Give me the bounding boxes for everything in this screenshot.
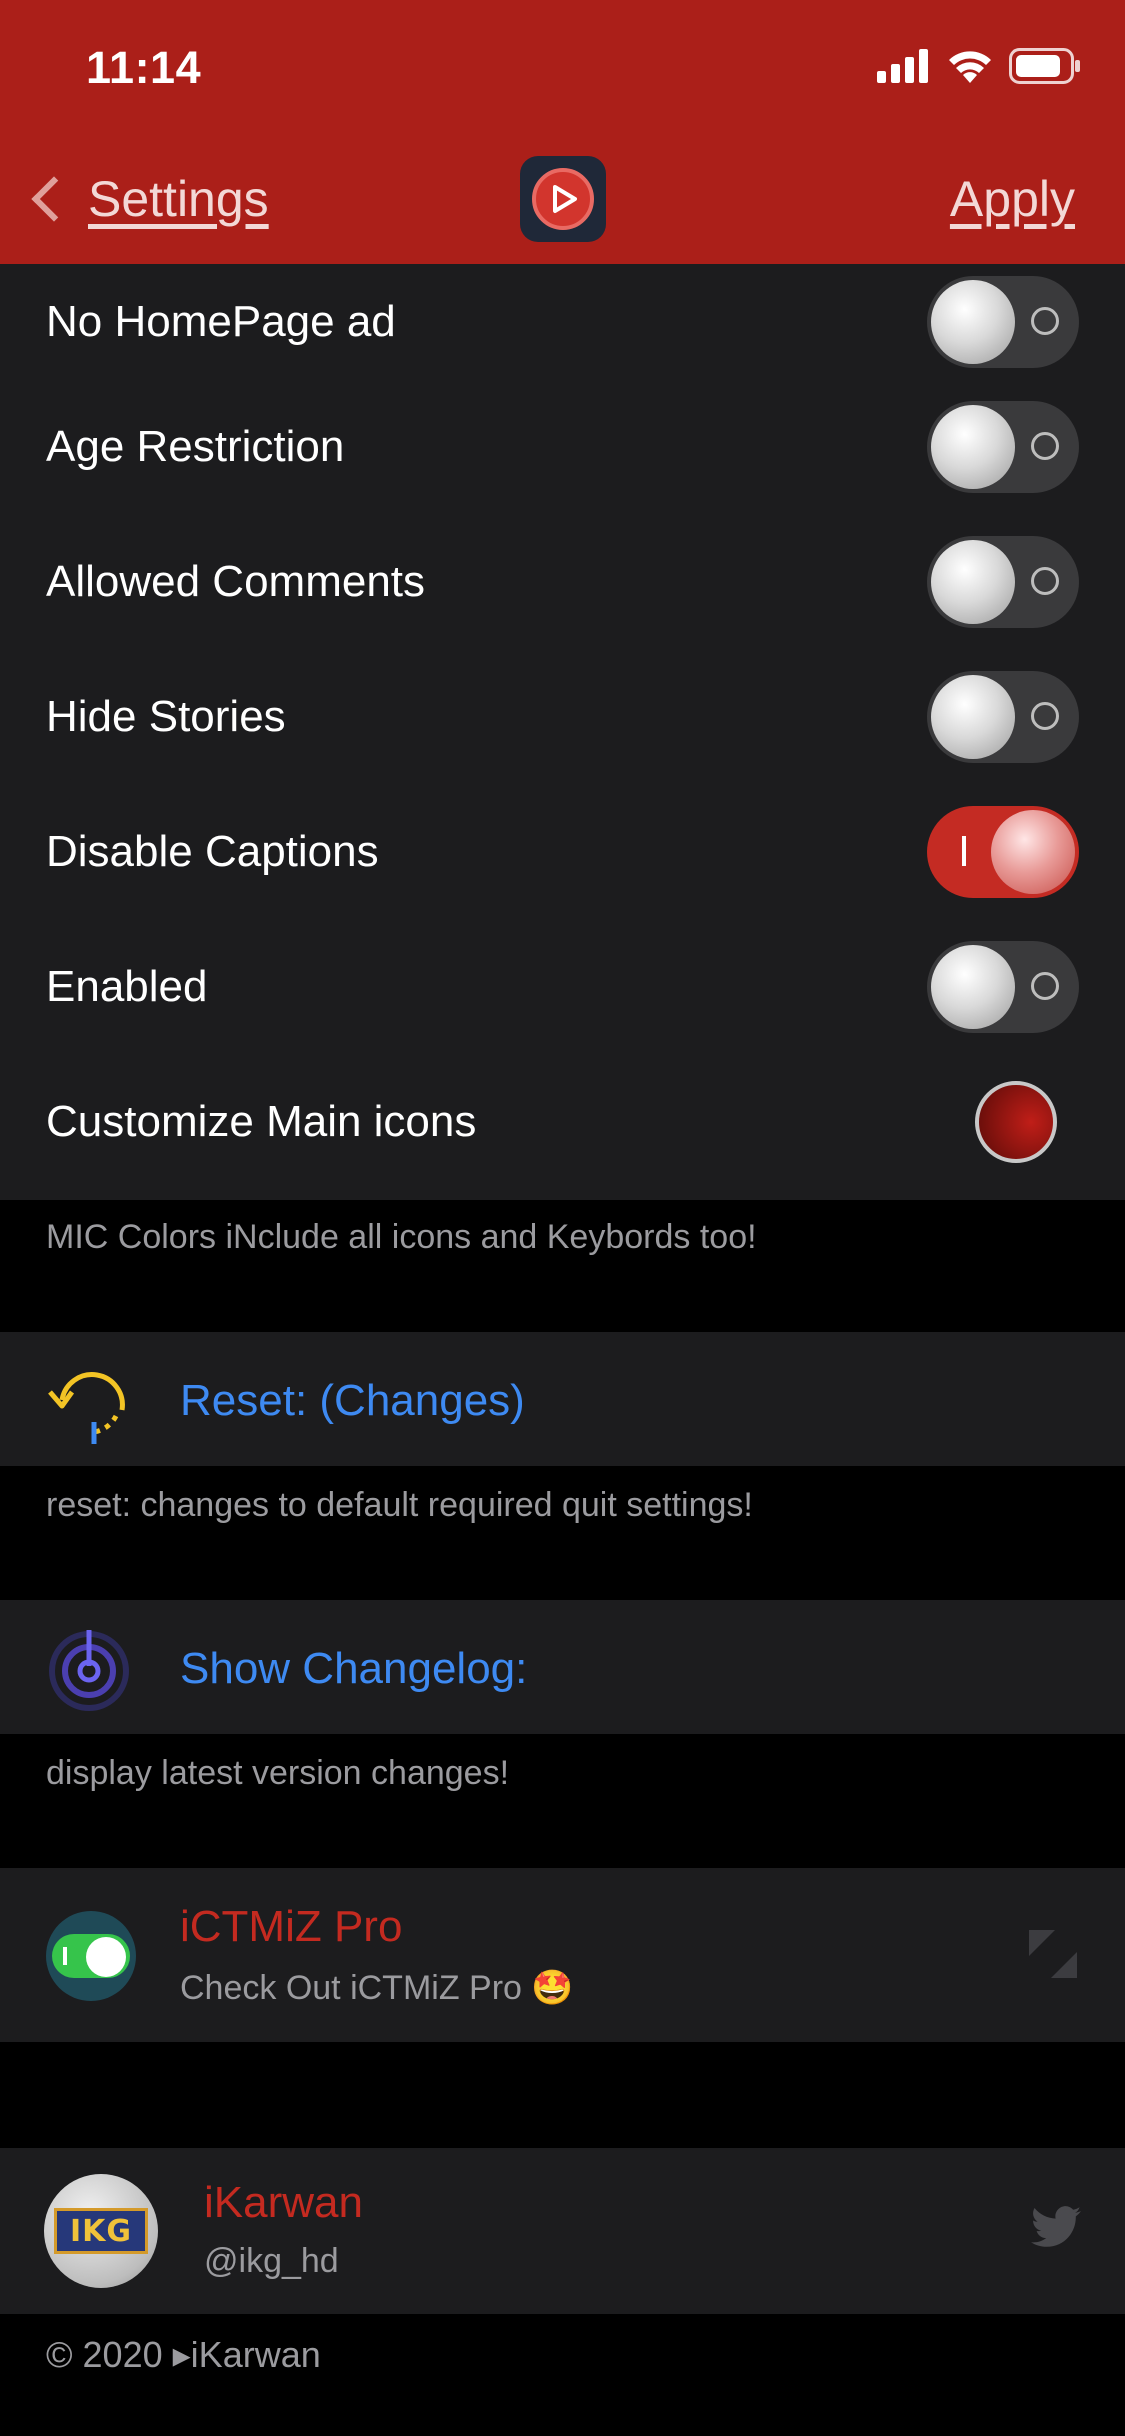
app-icon bbox=[520, 156, 606, 242]
setting-row-allowed-comments: Allowed Comments bbox=[0, 514, 1125, 649]
setting-row-enabled: Enabled bbox=[0, 919, 1125, 1054]
status-icons bbox=[877, 48, 1081, 84]
avatar: IKG bbox=[44, 2174, 158, 2288]
setting-label: Allowed Comments bbox=[46, 556, 426, 606]
external-link-icon bbox=[1029, 1930, 1077, 1978]
customize-footer: MIC Colors iNclude all icons and Keybord… bbox=[46, 1218, 757, 1256]
setting-label: Age Restriction bbox=[46, 421, 345, 471]
reset-button[interactable]: Reset: (Changes) bbox=[0, 1332, 1125, 1466]
wifi-icon bbox=[949, 51, 991, 83]
toggle-switch[interactable] bbox=[927, 805, 1079, 898]
twitter-icon bbox=[1031, 2206, 1081, 2247]
setting-row-disable-captions: Disable Captions bbox=[0, 784, 1125, 919]
author-name: iKarwan bbox=[204, 2178, 363, 2227]
setting-row-no-homepage-ad: No HomePage ad bbox=[0, 264, 1125, 379]
toggle-switch[interactable] bbox=[927, 275, 1079, 368]
avatar-text: IKG bbox=[69, 2213, 133, 2249]
changelog-footer: display latest version changes! bbox=[46, 1754, 510, 1792]
status-time: 11:14 bbox=[86, 42, 202, 93]
changelog-radar-icon bbox=[49, 1630, 129, 1711]
copyright-text: © 2020 ▸iKarwan bbox=[46, 2334, 321, 2375]
toggle-switch[interactable] bbox=[927, 535, 1079, 628]
back-label: Settings bbox=[88, 171, 269, 227]
toggle-switch[interactable] bbox=[927, 670, 1079, 763]
play-icon bbox=[553, 185, 577, 213]
nav-header: 11:14 Settings Apply bbox=[0, 0, 1125, 264]
toggle-switch[interactable] bbox=[927, 940, 1079, 1033]
setting-label: Hide Stories bbox=[46, 691, 286, 741]
battery-icon bbox=[1009, 48, 1080, 84]
setting-row-customize-icons: Customize Main icons bbox=[0, 1054, 1125, 1189]
reset-title: Reset: (Changes) bbox=[180, 1376, 525, 1425]
ictmiz-toggle-logo-icon bbox=[46, 1911, 136, 2001]
setting-row-hide-stories: Hide Stories bbox=[0, 649, 1125, 784]
author-handle: @ikg_hd bbox=[204, 2242, 339, 2280]
changelog-title: Show Changelog: bbox=[180, 1644, 528, 1693]
back-button[interactable]: Settings bbox=[26, 170, 269, 228]
promo-title: iCTMiZ Pro bbox=[180, 1902, 403, 1951]
settings-group: No HomePage ad Age Restriction Allowed C… bbox=[0, 264, 1125, 1200]
setting-label: Enabled bbox=[46, 961, 208, 1011]
setting-row-age-restriction: Age Restriction bbox=[0, 379, 1125, 514]
reset-arrow-icon bbox=[48, 1372, 125, 1444]
changelog-button[interactable]: Show Changelog: bbox=[0, 1600, 1125, 1734]
ictmiz-pro-cell[interactable]: iCTMiZ Pro Check Out iCTMiZ Pro 🤩 bbox=[0, 1868, 1125, 2042]
reset-footer: reset: changes to default required quit … bbox=[46, 1486, 753, 1524]
author-cell[interactable]: IKG iKarwan @ikg_hd bbox=[0, 2148, 1125, 2314]
setting-label: Customize Main icons bbox=[46, 1096, 477, 1146]
toggle-switch[interactable] bbox=[927, 400, 1079, 493]
chevron-left-icon bbox=[31, 176, 77, 222]
setting-label: No HomePage ad bbox=[46, 296, 396, 346]
promo-subtitle: Check Out iCTMiZ Pro 🤩 bbox=[180, 1969, 574, 2007]
apply-button[interactable]: Apply bbox=[950, 170, 1075, 228]
color-picker-well[interactable] bbox=[975, 1080, 1057, 1163]
cellular-signal-icon bbox=[877, 49, 928, 83]
setting-label: Disable Captions bbox=[46, 826, 379, 876]
